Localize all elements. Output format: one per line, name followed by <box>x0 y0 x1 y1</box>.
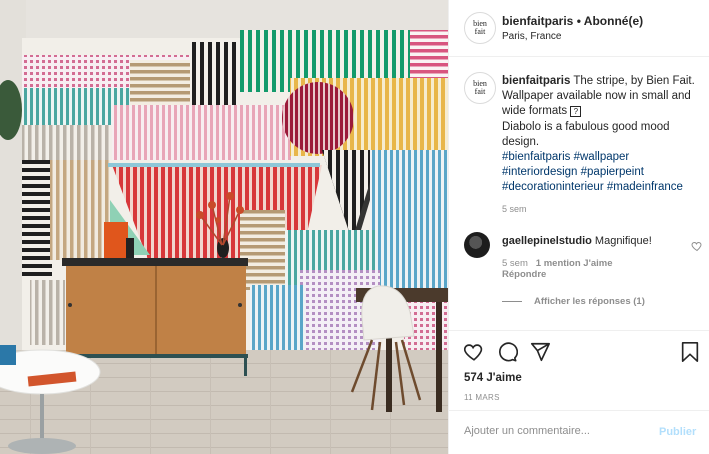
comment-icon[interactable] <box>496 341 518 363</box>
username-link[interactable]: bienfaitparis <box>502 14 573 28</box>
comment-timestamp[interactable]: 5 sem <box>502 258 528 269</box>
hashtag[interactable]: #bienfaitparis <box>502 151 570 163</box>
separator: • <box>573 14 584 28</box>
comment-meta: 5 sem 1 mention J'aime <box>502 258 613 269</box>
post-header: bien fait bienfaitparis • Abonné(e) Pari… <box>449 0 709 57</box>
emoji-placeholder-icon: ? <box>570 105 582 117</box>
header-title: bienfaitparis • Abonné(e) <box>502 14 643 28</box>
caption-timestamp[interactable]: 5 sem <box>502 204 527 214</box>
location-link[interactable]: Paris, France <box>502 31 561 42</box>
caption-avatar[interactable]: bien fait <box>464 72 496 104</box>
likes-count[interactable]: 574 J'aime <box>464 372 522 384</box>
post-date[interactable]: 11 MARS <box>464 393 500 402</box>
comment-input[interactable]: Ajouter un commentaire... <box>464 425 644 437</box>
hashtag[interactable]: #interiordesign <box>502 166 577 178</box>
comment-text: gaellepinelstudio Magnifique! <box>502 235 652 247</box>
replies-divider <box>502 300 522 302</box>
action-bar: 574 J'aime 11 MARS <box>449 330 709 410</box>
avatar-text-line2: fait <box>474 87 486 96</box>
caption-username[interactable]: bienfaitparis <box>502 75 570 87</box>
hashtag[interactable]: #madeinfrance <box>607 181 683 193</box>
bookmark-icon[interactable] <box>679 341 701 363</box>
hashtag[interactable]: #wallpaper <box>574 151 630 163</box>
comment-likes[interactable]: 1 mention J'aime <box>536 258 613 269</box>
wallpaper-room-image <box>0 0 448 454</box>
add-comment-bar: Ajouter un commentaire... Publier <box>449 410 709 454</box>
comment-body: Magnifique! <box>591 235 652 247</box>
view-replies-label: Afficher les réponses (1) <box>534 296 645 307</box>
caption-text: bienfaitparis The stripe, by Bien Fait. … <box>502 74 702 196</box>
post-sidebar: bien fait bienfaitparis • Abonné(e) Pari… <box>448 0 709 454</box>
heart-icon[interactable] <box>463 341 485 363</box>
hashtag[interactable]: #papierpeint <box>581 166 644 178</box>
follow-button[interactable]: Abonné(e) <box>584 14 643 28</box>
small-heart-icon[interactable] <box>691 240 703 252</box>
post-photo[interactable] <box>0 0 448 454</box>
caption-body-2: Diabolo is a fabulous good mood design. <box>502 120 670 148</box>
reply-button[interactable]: Répondre <box>502 269 546 280</box>
share-icon[interactable] <box>529 341 551 363</box>
hashtag[interactable]: #decorationinterieur <box>502 181 604 193</box>
profile-avatar[interactable]: bien fait <box>464 12 496 44</box>
publish-button[interactable]: Publier <box>659 426 696 438</box>
commenter-avatar[interactable] <box>464 232 490 258</box>
view-replies-button[interactable]: Afficher les réponses (1) <box>502 296 645 307</box>
commenter-username[interactable]: gaellepinelstudio <box>502 235 592 247</box>
avatar-text-line2: fait <box>474 27 486 36</box>
